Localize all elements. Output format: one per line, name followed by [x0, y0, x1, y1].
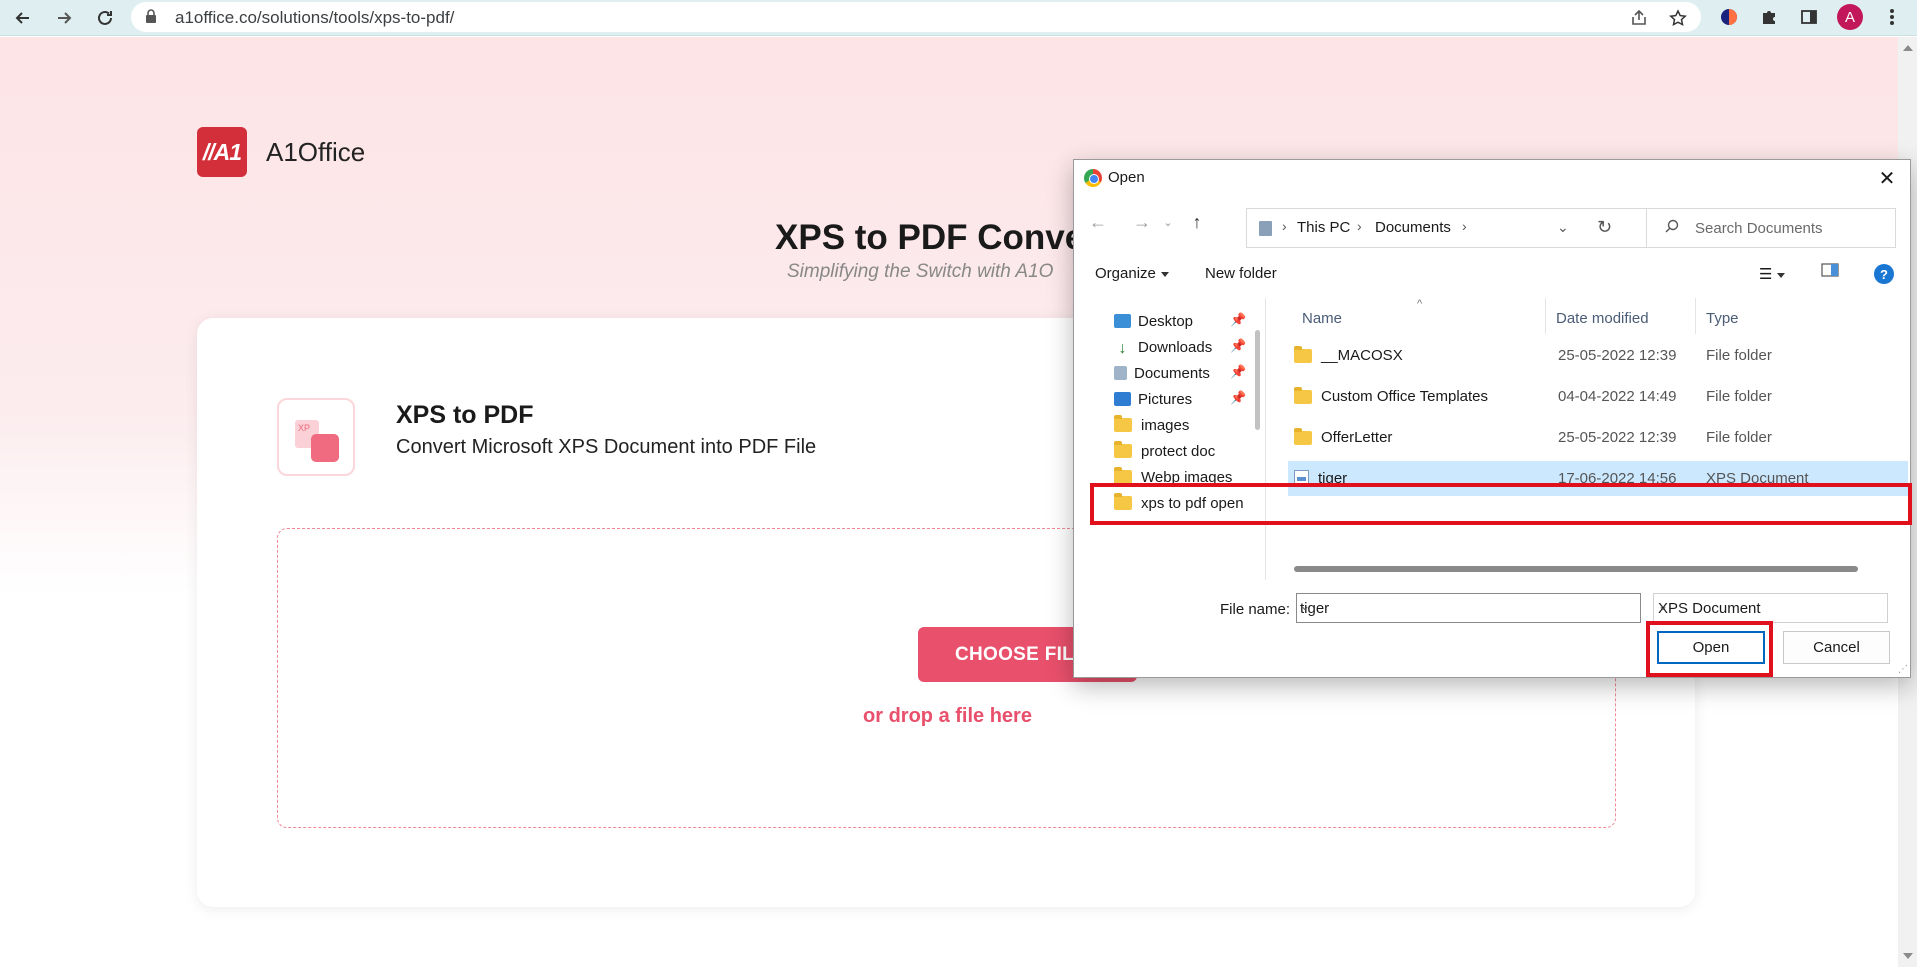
tool-description: Convert Microsoft XPS Document into PDF …: [396, 436, 817, 458]
dialog-title: Open: [1108, 169, 1145, 186]
chrome-icon: [1084, 169, 1102, 187]
refresh-icon[interactable]: ↻: [1597, 217, 1612, 238]
recent-locations-icon[interactable]: ⌄: [1154, 208, 1182, 236]
tool-title: XPS to PDF: [396, 401, 534, 429]
open-file-dialog: Open ✕ ← → ⌄ ↑ › This PC › Documents › ⌄…: [1073, 159, 1912, 678]
chevron-down-icon[interactable]: ⌄: [1557, 219, 1569, 236]
nav-item-downloads[interactable]: ↓ Downloads: [1114, 334, 1213, 360]
scroll-down-icon[interactable]: [1903, 953, 1913, 959]
file-row-custom-office-templates[interactable]: Custom Office Templates 04-04-2022 14:49…: [1288, 379, 1908, 414]
pin-icon: 📌: [1230, 364, 1247, 379]
sidepanel-icon[interactable]: [1796, 4, 1822, 30]
share-icon[interactable]: [1627, 6, 1651, 30]
sort-ascending-icon: ^: [1417, 298, 1423, 310]
site-logo[interactable]: //A1: [197, 127, 247, 177]
downloads-icon: ↓: [1118, 340, 1127, 357]
column-header-date[interactable]: Date modified: [1556, 310, 1649, 327]
lock-icon[interactable]: [145, 8, 157, 29]
column-header-name[interactable]: Name: [1302, 310, 1342, 327]
chevron-down-icon[interactable]: ⌄: [1300, 599, 1634, 613]
star-icon[interactable]: [1666, 6, 1690, 30]
preview-pane-icon[interactable]: [1821, 263, 1839, 281]
pin-icon: 📌: [1230, 312, 1247, 327]
documents-icon: [1114, 366, 1127, 380]
reload-icon[interactable]: [92, 5, 118, 31]
folder-icon: [1114, 415, 1132, 432]
nav-item-documents[interactable]: Documents: [1114, 360, 1210, 386]
menu-icon[interactable]: [1879, 4, 1905, 30]
file-name-input[interactable]: tiger ⌄: [1296, 593, 1641, 623]
up-arrow-icon[interactable]: ↑: [1183, 208, 1211, 236]
browser-toolbar: a1office.co/solutions/tools/xps-to-pdf/ …: [0, 0, 1917, 36]
file-list-scrollbar[interactable]: [1294, 566, 1858, 572]
puzzle-icon[interactable]: [1756, 4, 1782, 30]
page-subtitle: Simplifying the Switch with A1O: [787, 261, 1054, 282]
desktop-icon: [1114, 314, 1131, 328]
navigation-pane: Desktop 📌 ↓ Downloads 📌 Documents 📌 Pictu…: [1074, 298, 1254, 580]
folder-icon: [1114, 467, 1132, 484]
nav-item-protect-doc[interactable]: protect doc: [1114, 438, 1215, 464]
xps-to-pdf-icon: XP: [277, 398, 355, 476]
forward-icon[interactable]: [51, 5, 77, 31]
search-placeholder: Search Documents: [1695, 220, 1823, 237]
page-title: XPS to PDF Conver: [775, 218, 1098, 257]
forward-arrow-icon[interactable]: →: [1128, 208, 1156, 236]
dialog-toolbar: Organize New folder ☰ ?: [1074, 252, 1910, 294]
url-text: a1office.co/solutions/tools/xps-to-pdf/: [175, 8, 455, 27]
extension-icon[interactable]: [1716, 4, 1742, 30]
folder-icon: [1294, 345, 1312, 363]
resize-grip-icon[interactable]: ⋰: [1898, 664, 1908, 675]
nav-pane-scrollbar[interactable]: [1255, 330, 1260, 430]
breadcrumb-documents[interactable]: Documents: [1375, 219, 1451, 236]
dialog-titlebar: Open ✕: [1074, 160, 1910, 196]
nav-item-desktop[interactable]: Desktop: [1114, 308, 1193, 334]
file-type-select[interactable]: XPS Document ⌄: [1653, 593, 1888, 623]
file-row-macosx[interactable]: __MACOSX 25-05-2022 12:39 File folder: [1288, 338, 1908, 373]
selection-highlight-box: [1090, 483, 1912, 525]
folder-icon: [1294, 386, 1312, 404]
chevron-down-icon[interactable]: ⌄: [1658, 599, 1879, 613]
cancel-button[interactable]: Cancel: [1783, 631, 1890, 664]
address-breadcrumb[interactable]: › This PC › Documents › ⌄ ↻: [1246, 208, 1652, 248]
address-bar[interactable]: a1office.co/solutions/tools/xps-to-pdf/: [131, 2, 1701, 32]
profile-avatar[interactable]: A: [1837, 4, 1863, 30]
back-arrow-icon[interactable]: ←: [1084, 208, 1112, 236]
close-icon[interactable]: ✕: [1872, 165, 1902, 191]
open-button[interactable]: Open: [1657, 631, 1765, 664]
file-row-offerletter[interactable]: OfferLetter 25-05-2022 12:39 File folder: [1288, 420, 1908, 455]
this-pc-icon: [1259, 221, 1272, 236]
search-box[interactable]: Search Documents: [1646, 208, 1896, 248]
brand-name[interactable]: A1Office: [266, 137, 365, 168]
view-options-icon[interactable]: ☰: [1759, 265, 1786, 283]
organize-button[interactable]: Organize: [1095, 265, 1169, 282]
back-icon[interactable]: [10, 5, 36, 31]
pictures-icon: [1114, 392, 1131, 406]
file-name-label: File name:: [1220, 601, 1291, 618]
column-header-type[interactable]: Type: [1706, 310, 1739, 327]
drop-hint: or drop a file here: [863, 705, 1032, 727]
folder-icon: [1114, 441, 1132, 458]
new-folder-button[interactable]: New folder: [1205, 265, 1277, 282]
nav-item-pictures[interactable]: Pictures: [1114, 386, 1192, 412]
help-icon[interactable]: ?: [1874, 264, 1894, 284]
nav-item-images[interactable]: images: [1114, 412, 1189, 438]
scroll-up-icon[interactable]: [1903, 45, 1913, 51]
pin-icon: 📌: [1230, 338, 1247, 353]
breadcrumb-this-pc[interactable]: This PC: [1297, 219, 1350, 236]
file-list: ^ Name Date modified Type __MACOSX 25-05…: [1270, 298, 1910, 578]
pin-icon: 📌: [1230, 390, 1247, 405]
search-icon: [1665, 219, 1679, 237]
folder-icon: [1294, 427, 1312, 445]
